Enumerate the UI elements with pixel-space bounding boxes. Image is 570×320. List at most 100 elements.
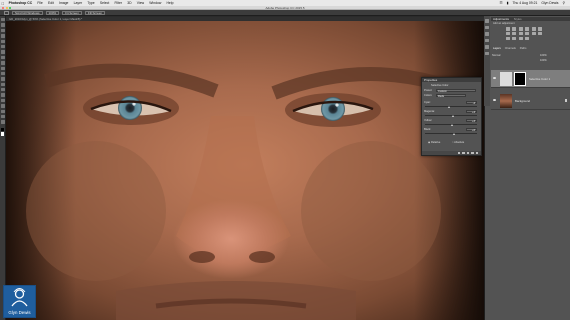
relative-radio[interactable]: ◉ Relative xyxy=(428,141,440,144)
brush-tool-icon[interactable] xyxy=(0,55,5,60)
black-slider[interactable] xyxy=(425,133,477,134)
curves-icon[interactable] xyxy=(518,27,523,31)
scroll-all-windows-button[interactable]: Scroll All Windows xyxy=(12,10,43,15)
yellow-slider-handle[interactable] xyxy=(451,124,454,126)
gradient-tool-icon[interactable] xyxy=(0,77,5,81)
info-panel-icon[interactable] xyxy=(485,51,489,55)
fill-field[interactable]: 100% xyxy=(540,59,547,62)
layer-selective-color[interactable]: Selective Color 1 xyxy=(491,70,570,88)
color-balance-icon[interactable] xyxy=(506,31,510,36)
exposure-icon[interactable] xyxy=(525,27,530,31)
invert-icon[interactable] xyxy=(537,31,542,36)
wifi-icon[interactable]: ☶ xyxy=(498,1,505,5)
posterize-icon[interactable] xyxy=(506,36,510,41)
menu-filter[interactable]: Filter xyxy=(112,1,125,5)
clone-stamp-tool-icon[interactable] xyxy=(0,61,5,65)
channel-mixer-icon[interactable] xyxy=(525,31,530,36)
black-white-icon[interactable] xyxy=(512,31,517,36)
type-tool-icon[interactable] xyxy=(0,98,5,103)
reset-icon[interactable] xyxy=(466,151,469,155)
zoom-tool-icon[interactable] xyxy=(0,120,5,124)
menu-edit[interactable]: Edit xyxy=(45,1,56,5)
foreground-color-swatch[interactable] xyxy=(0,127,5,132)
shape-tool-icon[interactable] xyxy=(0,109,5,114)
eye-icon[interactable] xyxy=(493,99,496,101)
pen-tool-icon[interactable] xyxy=(0,93,5,97)
brush-panel-icon[interactable] xyxy=(485,38,489,42)
selective-color-icon[interactable] xyxy=(518,36,523,41)
eye-icon[interactable] xyxy=(493,77,496,79)
menu-image[interactable]: Image xyxy=(56,1,71,5)
layer-mask-thumbnail[interactable] xyxy=(514,72,526,86)
menu-window[interactable]: Window xyxy=(147,1,164,5)
magenta-value-field[interactable]: +4 xyxy=(466,109,477,114)
black-value-field[interactable]: +6 xyxy=(466,127,477,132)
tab-adjustments[interactable]: Adjustments xyxy=(493,17,509,21)
magenta-slider-handle[interactable] xyxy=(451,115,454,117)
gradient-map-icon[interactable] xyxy=(525,36,530,41)
vibrance-icon[interactable] xyxy=(531,27,536,31)
character-panel-icon[interactable] xyxy=(485,45,489,49)
visibility-icon[interactable] xyxy=(471,151,474,155)
background-color-swatch[interactable] xyxy=(0,132,5,136)
brightness-contrast-icon[interactable] xyxy=(506,27,510,31)
clip-to-layer-icon[interactable] xyxy=(457,151,460,155)
menu-help[interactable]: Help xyxy=(164,1,176,5)
absolute-radio[interactable]: ○ Absolute xyxy=(452,141,464,144)
image-canvas[interactable] xyxy=(6,21,484,320)
marquee-tool-icon[interactable] xyxy=(0,23,5,27)
view-previous-icon[interactable] xyxy=(462,151,465,155)
photo-filter-icon[interactable] xyxy=(518,31,523,36)
fill-screen-button[interactable]: Fill Screen xyxy=(84,10,106,15)
properties-panel[interactable]: Properties Selective Color Preset: Custo… xyxy=(421,77,482,156)
color-lookup-icon[interactable] xyxy=(531,31,536,36)
eyedropper-tool-icon[interactable] xyxy=(0,44,5,49)
blur-tool-icon[interactable] xyxy=(0,82,5,87)
menu-3d[interactable]: 3D xyxy=(125,1,135,5)
menubar-clock[interactable]: Thu 4 Aug 09:21 xyxy=(510,1,539,5)
move-tool-icon[interactable] xyxy=(0,18,5,22)
hue-saturation-icon[interactable] xyxy=(537,27,542,31)
colors-select[interactable]: Reds xyxy=(436,93,466,98)
menu-app[interactable]: Photoshop CC xyxy=(6,1,35,5)
cyan-slider-handle[interactable] xyxy=(447,106,450,108)
search-icon[interactable]: ⚲ xyxy=(561,1,567,5)
menu-file[interactable]: File xyxy=(35,1,46,5)
actions-panel-icon[interactable] xyxy=(485,25,489,29)
path-select-tool-icon[interactable] xyxy=(0,104,5,108)
opacity-field[interactable]: 100% xyxy=(540,54,547,57)
trash-icon[interactable] xyxy=(475,151,478,155)
healing-tool-icon[interactable] xyxy=(0,50,5,54)
layer-background[interactable]: Background xyxy=(491,92,570,110)
cyan-value-field[interactable]: -4 xyxy=(466,100,477,105)
history-panel-icon[interactable] xyxy=(485,19,489,23)
panel-icon-strip xyxy=(484,16,490,106)
menubar-user[interactable]: Glyn Dewis xyxy=(539,1,560,5)
tab-styles[interactable]: Styles xyxy=(514,17,522,21)
hand-tool-icon[interactable] xyxy=(4,10,9,15)
blend-mode-select[interactable]: Normal xyxy=(492,54,500,57)
cyan-slider[interactable] xyxy=(425,106,477,107)
zoom-100-button[interactable]: 100% xyxy=(45,10,60,15)
black-slider-handle[interactable] xyxy=(452,133,455,135)
tab-layers[interactable]: Layers xyxy=(493,47,501,50)
menu-layer[interactable]: Layer xyxy=(71,1,85,5)
dodge-tool-icon[interactable] xyxy=(0,88,5,92)
eraser-tool-icon[interactable] xyxy=(0,71,5,76)
hand-tool-icon[interactable] xyxy=(0,115,5,119)
properties-panel-icon[interactable] xyxy=(485,32,489,36)
tab-paths[interactable]: Paths xyxy=(520,47,527,50)
lasso-tool-icon[interactable] xyxy=(0,28,5,33)
menu-view[interactable]: View xyxy=(134,1,146,5)
threshold-icon[interactable] xyxy=(512,36,517,41)
preset-select[interactable]: Custom xyxy=(436,88,476,93)
crop-tool-icon[interactable] xyxy=(0,39,5,43)
tab-channels[interactable]: Channels xyxy=(505,47,516,50)
history-brush-tool-icon[interactable] xyxy=(0,66,5,70)
fit-screen-button[interactable]: Fit Screen xyxy=(62,10,82,15)
menu-select[interactable]: Select xyxy=(97,1,112,5)
yellow-value-field[interactable]: +3 xyxy=(466,118,477,123)
menu-type[interactable]: Type xyxy=(85,1,98,5)
quick-select-tool-icon[interactable] xyxy=(0,34,5,38)
levels-icon[interactable] xyxy=(512,27,517,31)
